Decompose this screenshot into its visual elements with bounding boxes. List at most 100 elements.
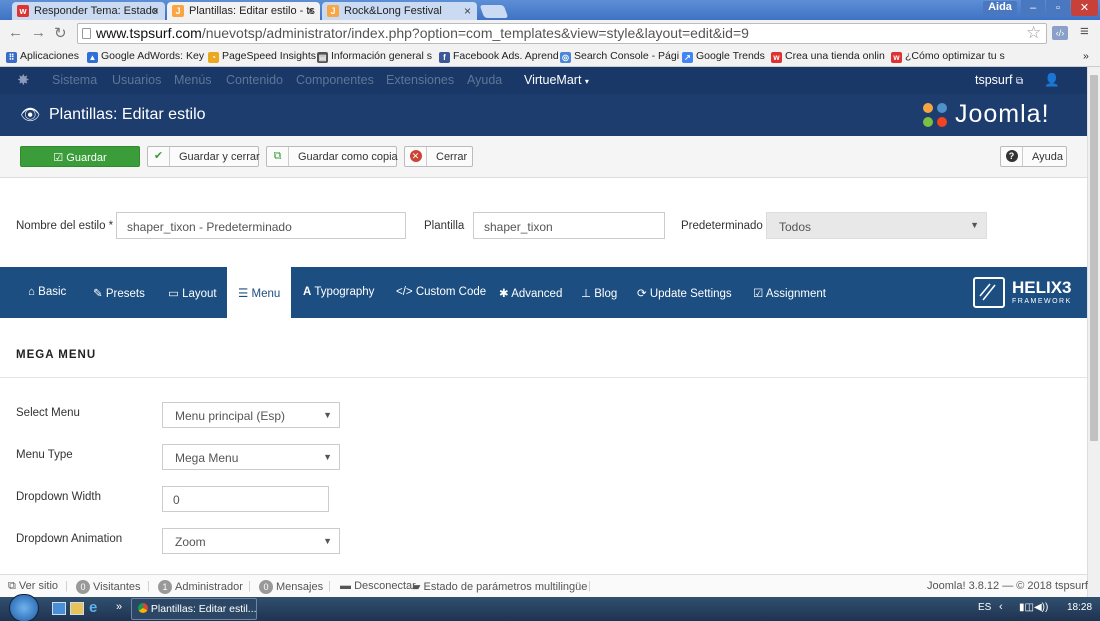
taskbar-more[interactable]: » <box>116 601 122 613</box>
bookmark-item[interactable]: ◎ Search Console - Pági <box>560 50 679 63</box>
forward-arrow-icon[interactable]: → <box>31 24 46 41</box>
user-menu-icon[interactable]: 👤 <box>1044 73 1060 88</box>
explorer-icon[interactable] <box>70 602 84 615</box>
tab-layout[interactable]: ▭ Layout <box>168 267 217 318</box>
logout-link[interactable]: ▬ Desconectar <box>340 580 416 592</box>
bookmark-label: ¿Cómo optimizar tu s <box>905 50 1005 62</box>
menu-extensiones[interactable]: Extensiones <box>386 73 454 87</box>
tab-custom-code[interactable]: </> Custom Code <box>396 267 486 318</box>
multilang-status[interactable]: ▰ Estado de parámetros multilingüe <box>412 580 587 593</box>
save-copy-button[interactable]: ⧉ Guardar como copia <box>266 146 398 167</box>
default-label: Predeterminado <box>681 220 763 232</box>
minimize-icon[interactable]: – <box>1021 0 1045 16</box>
bookmark-item[interactable]: ◔ PageSpeed Insights <box>208 50 316 63</box>
save-close-button[interactable]: ✔ Guardar y cerrar <box>147 146 260 167</box>
save-label: Guardar <box>66 152 107 164</box>
messages-badge: 0 <box>259 580 273 594</box>
close-tab-icon[interactable]: × <box>307 4 314 18</box>
style-name-input[interactable]: shaper_tixon - Predeterminado <box>116 212 406 239</box>
cancel-icon: ✕ <box>405 147 427 166</box>
menu-ayuda[interactable]: Ayuda <box>467 73 502 87</box>
select-menu-dropdown[interactable]: Menu principal (Esp) ▼ <box>162 402 340 428</box>
default-select[interactable]: Todos ▼ <box>766 212 987 239</box>
bookmark-star-icon[interactable]: ☆ <box>1026 23 1041 43</box>
bookmark-item[interactable]: w Crea una tienda onlin <box>771 50 885 63</box>
url-input[interactable]: www.tspsurf.com/nuevotsp/administrator/i… <box>77 23 1047 44</box>
window-close-icon[interactable]: ✕ <box>1071 0 1098 16</box>
internet-explorer-icon[interactable]: e <box>89 599 97 616</box>
back-arrow-icon[interactable]: ← <box>8 24 23 41</box>
help-button[interactable]: ? Ayuda <box>1000 146 1067 167</box>
joomla-brand-icon <box>920 100 950 130</box>
menu-componentes[interactable]: Componentes <box>296 73 374 87</box>
maximize-icon[interactable]: ▫ <box>1046 0 1070 16</box>
admin-menu-bar: ✸ Sistema Usuarios Menús Contenido Compo… <box>0 67 1087 94</box>
admins-status: 1 Administrador <box>158 580 243 594</box>
copy-icon: ⧉ <box>267 147 289 166</box>
menu-menus[interactable]: Menús <box>174 73 212 87</box>
comment-icon: ▰ <box>412 581 421 593</box>
bookmark-item[interactable]: w ¿Cómo optimizar tu s <box>891 50 1005 63</box>
tab-blog[interactable]: ⊥ Blog <box>581 267 617 318</box>
show-desktop-icon[interactable] <box>52 602 66 615</box>
tab-presets[interactable]: ✎ Presets <box>93 267 145 318</box>
bookmark-item[interactable]: ▤ Información general s <box>317 50 432 63</box>
bookmarks-more[interactable]: » <box>1083 50 1089 62</box>
browser-tab[interactable]: w Responder Tema: Estado × <box>12 2 165 20</box>
menu-type-dropdown[interactable]: Mega Menu ▼ <box>162 444 340 470</box>
admins-label: Administrador <box>175 581 243 593</box>
scrollbar-thumb[interactable] <box>1090 75 1098 441</box>
code-icon: </> <box>396 286 413 298</box>
page-icon <box>82 28 91 39</box>
site-user-link[interactable]: tspsurf ⧉ <box>975 73 1023 87</box>
close-tab-icon[interactable]: × <box>152 4 159 18</box>
messages-status[interactable]: 0 Mensajes <box>259 580 323 594</box>
tray-expand-icon[interactable]: ‹ <box>999 601 1003 613</box>
url-path: /nuevotsp/administrator/index.php?option… <box>201 25 749 41</box>
bookmark-item[interactable]: ▲ Google AdWords: Key <box>87 50 204 63</box>
bookmark-apps[interactable]: ⠿ Aplicaciones <box>6 50 79 63</box>
menu-usuarios[interactable]: Usuarios <box>112 73 161 87</box>
tab-menu[interactable]: ☰ Menu <box>227 267 291 318</box>
eye-icon: 👁 <box>20 107 41 124</box>
extension-icon[interactable]: ‹/› <box>1052 26 1068 40</box>
tab-update-settings[interactable]: ⟳ Update Settings <box>637 267 732 318</box>
close-button[interactable]: ✕ Cerrar <box>404 146 473 167</box>
tab-typography[interactable]: A Typography <box>303 267 374 318</box>
brush-icon: ✎ <box>93 288 103 300</box>
reload-icon[interactable]: ↻ <box>54 24 67 42</box>
page-scrollbar[interactable] <box>1087 67 1100 597</box>
template-label: Plantilla <box>424 220 465 232</box>
os-taskbar: e » Plantillas: Editar estil... ES ‹ ▮◫◀… <box>0 594 1100 621</box>
tab-basic[interactable]: ⌂ Basic <box>28 267 66 318</box>
visitors-label: Visitantes <box>93 581 141 593</box>
browser-tab-active[interactable]: J Plantillas: Editar estilo - ts × <box>167 2 320 20</box>
tab-advanced[interactable]: ✱ Advanced <box>499 267 562 318</box>
new-tab-button[interactable] <box>479 5 509 18</box>
dropdown-width-input[interactable]: 0 <box>162 486 329 512</box>
helix-tab-bar: ⌂ Basic ✎ Presets ▭ Layout ☰ Menu A Typo… <box>0 267 1087 318</box>
external-link-icon: ⧉ <box>8 580 16 592</box>
bookmark-item[interactable]: f Facebook Ads. Aprend <box>439 50 559 63</box>
language-indicator[interactable]: ES <box>978 602 991 613</box>
save-button[interactable]: ☑ Guardar <box>20 146 140 167</box>
browser-tab[interactable]: J Rock&Long Festival × <box>322 2 477 20</box>
helix-brand-sub: FRAMEWORK <box>1012 298 1072 305</box>
template-input[interactable]: shaper_tixon <box>473 212 665 239</box>
tab-assignment[interactable]: ☑ Assignment <box>753 267 826 318</box>
tab-label: Update Settings <box>649 288 732 300</box>
clock[interactable]: 18:28 <box>1067 602 1092 613</box>
tray-icons[interactable]: ▮◫◀)) <box>1019 602 1048 613</box>
menu-contenido[interactable]: Contenido <box>226 73 283 87</box>
dropdown-animation-dropdown[interactable]: Zoom ▼ <box>162 528 340 554</box>
taskbar-window-button[interactable]: Plantillas: Editar estil... <box>131 598 257 620</box>
start-button-icon[interactable] <box>9 594 39 621</box>
menu-sistema[interactable]: Sistema <box>52 73 97 87</box>
bookmark-item[interactable]: ↗ Google Trends <box>682 50 765 63</box>
menu-virtuemart[interactable]: VirtueMart ▾ <box>524 73 589 87</box>
close-label: Cerrar <box>436 151 468 163</box>
menu-icon[interactable]: ≡ <box>1080 23 1089 40</box>
view-site-link[interactable]: ⧉ Ver sitio <box>8 580 58 593</box>
close-tab-icon[interactable]: × <box>464 4 471 18</box>
joomla-logo-icon[interactable]: ✸ <box>17 71 30 89</box>
